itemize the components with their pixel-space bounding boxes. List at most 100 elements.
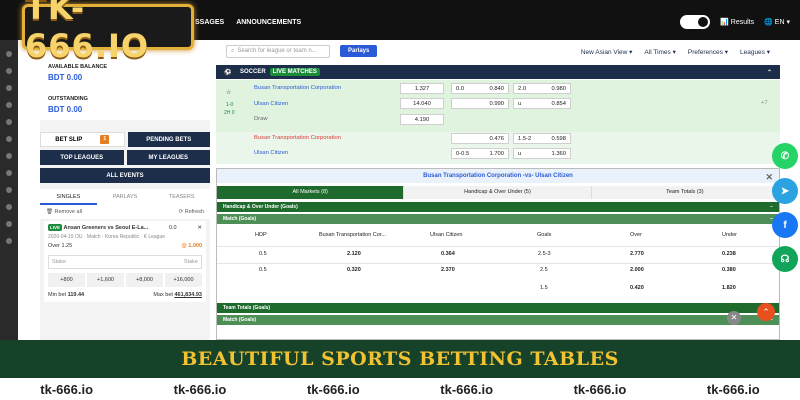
table-cell[interactable]: 0.238 (722, 251, 736, 257)
nav-announcements[interactable]: ANNOUNCEMENTS (236, 19, 301, 26)
sidebar-icon[interactable] (6, 85, 12, 91)
chip-800[interactable]: +800 (48, 273, 85, 287)
left-panel: AVAILABLE BALANCE BDT 0.00 OUTSTANDING B… (40, 40, 210, 340)
whatsapp-icon[interactable]: ✆ (772, 143, 798, 169)
results-label: Results (730, 19, 755, 26)
parlays-button[interactable]: Parlays (340, 45, 378, 57)
preferences-filter[interactable]: Preferences ▾ (688, 48, 728, 56)
group-header[interactable]: Team Totals (Goals)− (217, 303, 779, 313)
sidebar-icon[interactable] (6, 136, 12, 142)
sidebar-icon[interactable] (6, 170, 12, 176)
odd-cell[interactable]: 1.327 (400, 83, 444, 94)
odd-cell[interactable]: 0.0 0.840 (451, 83, 509, 94)
tab-singles[interactable]: SINGLES (40, 189, 97, 205)
tab-teasers[interactable]: TEASERS (153, 189, 210, 205)
watermark-text: tk-666.io (173, 381, 227, 397)
odd-cell[interactable]: u 1.360 (513, 148, 571, 159)
sidebar-icon[interactable] (6, 204, 12, 210)
view-filter[interactable]: New Asian View ▾ (581, 48, 633, 56)
site-logo[interactable]: TK-666.IO (22, 0, 194, 65)
odd-cell[interactable]: 0-0.5 1.700 (451, 148, 509, 159)
table-cell[interactable]: 0.320 (347, 267, 361, 273)
table-cell[interactable]: 0.364 (441, 251, 455, 257)
away-team[interactable]: Ulsan Citizen (254, 101, 288, 107)
close-icon[interactable]: ✕ (765, 170, 773, 184)
close-popup-icon[interactable]: ✕ (727, 311, 741, 325)
refresh-button[interactable]: ⟳ Refresh (179, 209, 204, 215)
odd-cell[interactable]: 1.5-2 0.598 (513, 133, 571, 144)
sidebar-icon[interactable] (6, 119, 12, 125)
table-cell[interactable]: 2.770 (630, 251, 644, 257)
odd-value: 0.598 (551, 135, 566, 142)
stake-input[interactable]: Stake Stake (48, 255, 202, 269)
watermark-text: tk-666.io (706, 381, 760, 397)
collapse-icon[interactable]: ⌃ (767, 69, 772, 76)
odd-line: u (518, 150, 522, 157)
table-cell[interactable]: 0.420 (630, 285, 644, 291)
subgroup-header[interactable]: Match (Goals) − (217, 315, 779, 325)
telegram-icon[interactable]: ➤ (772, 178, 798, 204)
table-cell[interactable]: 1.820 (722, 285, 736, 291)
away-team[interactable]: Ulsan Citizen (254, 150, 288, 156)
chip-8000[interactable]: +8,000 (126, 273, 163, 287)
odd-cell[interactable]: u 0.854 (513, 98, 571, 109)
bet-slip-tab[interactable]: BET SLIP 1 (40, 132, 125, 147)
top-leagues-button[interactable]: TOP LEAGUES (40, 150, 124, 165)
sidebar-icon[interactable] (6, 51, 12, 57)
tab-all-markets[interactable]: All Markets (8) (217, 186, 405, 199)
table-cell[interactable]: 2.000 (630, 267, 644, 273)
support-icon[interactable]: ☊ (772, 246, 798, 272)
star-icon[interactable]: ☆ (226, 90, 231, 96)
sidebar-icon[interactable] (6, 187, 12, 193)
pending-bets-tab[interactable]: PENDING BETS (127, 132, 210, 147)
tab-handicap-over-under[interactable]: Handicap & Over Under (5) (404, 186, 592, 199)
language-selector[interactable]: 🌐 EN ▾ (764, 18, 790, 26)
home-team[interactable]: Busan Transportation Corporation (254, 85, 341, 91)
table-cell[interactable]: 0.380 (722, 267, 736, 273)
scroll-top-icon[interactable]: ⌃ (757, 303, 775, 321)
more-markets[interactable]: +7 (761, 100, 768, 106)
nav-messages[interactable]: SSAGES (195, 19, 224, 26)
sidebar-icon[interactable] (6, 68, 12, 74)
chip-16000[interactable]: +16,000 (165, 273, 202, 287)
sidebar-icon[interactable] (6, 238, 12, 244)
subgroup-header[interactable]: Match (Goals) − (217, 214, 779, 224)
watermark-row: tk-666.io tk-666.io tk-666.io tk-666.io … (0, 378, 800, 400)
group-header[interactable]: Handicap & Over Under (Goals) − (217, 202, 779, 212)
my-leagues-button[interactable]: MY LEAGUES (126, 150, 210, 165)
sidebar-icon[interactable] (6, 221, 12, 227)
close-icon[interactable]: ✕ (197, 225, 202, 231)
odd-cell[interactable]: 0.990 (451, 98, 509, 109)
collapse-icon[interactable]: − (770, 202, 773, 212)
odd-cell[interactable]: 4.190 (400, 114, 444, 125)
odd-value: 1.360 (551, 150, 566, 157)
remove-all-button[interactable]: 🗑 Remove all (46, 209, 82, 215)
table-cell[interactable]: 2.120 (347, 251, 361, 257)
odd-cell[interactable]: 0.476 (451, 133, 509, 144)
home-team[interactable]: Busan Transportation Corporation (254, 135, 341, 141)
table-header: Over (630, 232, 642, 238)
dark-mode-toggle[interactable] (680, 15, 711, 29)
tab-parlays[interactable]: PARLAYS (97, 189, 154, 205)
soccer-header[interactable]: ⚽ SOCCER LIVE MATCHES ⌃ (216, 65, 780, 79)
table-cell[interactable]: 2.370 (441, 267, 455, 273)
search-input[interactable]: ⌕ Search for league or team n... (226, 44, 330, 58)
bet-handicap: 0.0 (168, 225, 177, 231)
leagues-filter[interactable]: Leagues ▾ (740, 48, 770, 56)
facebook-icon[interactable]: f (772, 212, 798, 238)
popup-title: Busan Transportation Corporation -vs- Ul… (217, 169, 779, 183)
all-events-button[interactable]: ALL EVENTS (40, 168, 210, 183)
chip-1600[interactable]: +1,600 (87, 273, 124, 287)
table-header: Goals (537, 232, 552, 238)
sidebar-icon[interactable] (6, 102, 12, 108)
odd-cell[interactable]: 14.040 (400, 98, 444, 109)
table-header: Under (722, 232, 737, 238)
time-filter[interactable]: All Times ▾ (644, 48, 675, 56)
odd-cell[interactable]: 2.0 0.980 (513, 83, 571, 94)
bet-type-tabs: SINGLES PARLAYS TEASERS (40, 189, 210, 205)
results-link[interactable]: 📊 Results (720, 18, 754, 26)
sidebar-icon[interactable] (6, 153, 12, 159)
table-header: Ulsan Citizen (430, 232, 463, 238)
max-bet-value[interactable]: 461,834.93 (174, 292, 202, 298)
tab-team-totals[interactable]: Team Totals (3) (591, 186, 779, 199)
